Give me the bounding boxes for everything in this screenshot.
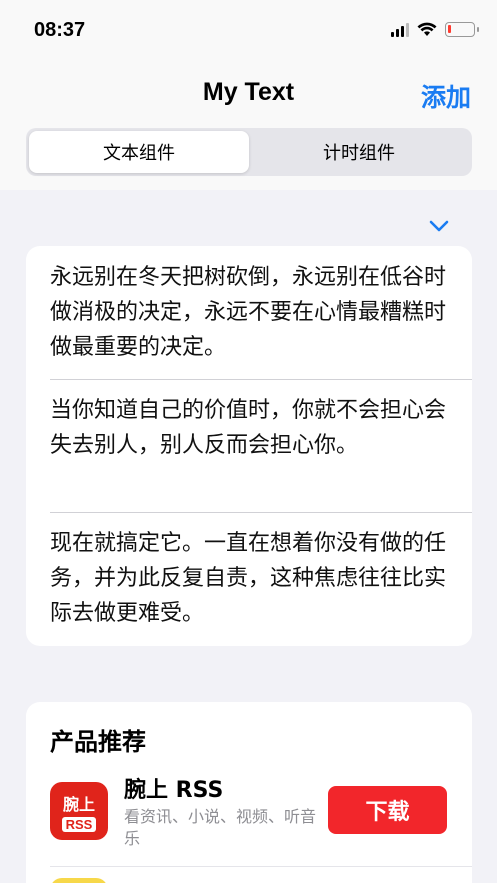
signal-icon (391, 22, 409, 37)
tab-text-widget[interactable]: 文本组件 (29, 131, 249, 173)
quote-text: 永远别在冬天把树砍倒，永远别在低谷时做消极的决定，永远不要在心情最糟糕时做最重要… (50, 265, 447, 360)
quote-item[interactable]: 当你知道自己的价值时，你就不会担心会失去别人，别人反而会担心你。 (26, 379, 472, 512)
app-name: 腕上 RSS (124, 778, 224, 803)
product-recommendations: 产品推荐 腕上 RSS 腕上 RSS 看资讯、小说、视频、听音乐 下载 (26, 702, 472, 883)
status-icons (391, 22, 479, 37)
quote-item[interactable]: 现在就搞定它。一直在想着你没有做的任务，并为此反复自责，这种焦虑往往比实际去做更… (26, 512, 472, 645)
wifi-icon (417, 22, 437, 36)
app-icon-label: 腕上 (62, 794, 95, 814)
download-button[interactable]: 下载 (328, 786, 447, 834)
segment-control: 文本组件 计时组件 (26, 128, 472, 176)
app-icon (50, 878, 108, 883)
quote-item[interactable]: 永远别在冬天把树砍倒，永远别在低谷时做消极的决定，永远不要在心情最糟糕时做最重要… (26, 246, 472, 379)
add-button[interactable]: 添加 (421, 78, 471, 114)
status-time: 08:37 (34, 19, 86, 41)
app-icon-badge: RSS (61, 816, 97, 832)
quote-list: 永远别在冬天把树砍倒，永远别在低谷时做消极的决定，永远不要在心情最糟糕时做最重要… (26, 246, 472, 646)
divider (50, 866, 472, 867)
app-name-partial (124, 876, 304, 883)
quote-text: 现在就搞定它。一直在想着你没有做的任务，并为此反复自责，这种焦虑往往比实际去做更… (50, 531, 447, 626)
section-heading: 产品推荐 (50, 728, 146, 756)
quote-text: 当你知道自己的价值时，你就不会担心会失去别人，别人反而会担心你。 (50, 398, 447, 458)
top-bar: 08:37 My Text 添加 文本组件 计时组件 (0, 0, 497, 190)
tab-timer-widget[interactable]: 计时组件 (249, 131, 469, 173)
app-icon: 腕上 RSS (50, 782, 108, 840)
app-description: 看资讯、小说、视频、听音乐 (124, 807, 317, 848)
chevron-down-icon[interactable] (428, 218, 450, 234)
battery-icon (445, 22, 479, 37)
